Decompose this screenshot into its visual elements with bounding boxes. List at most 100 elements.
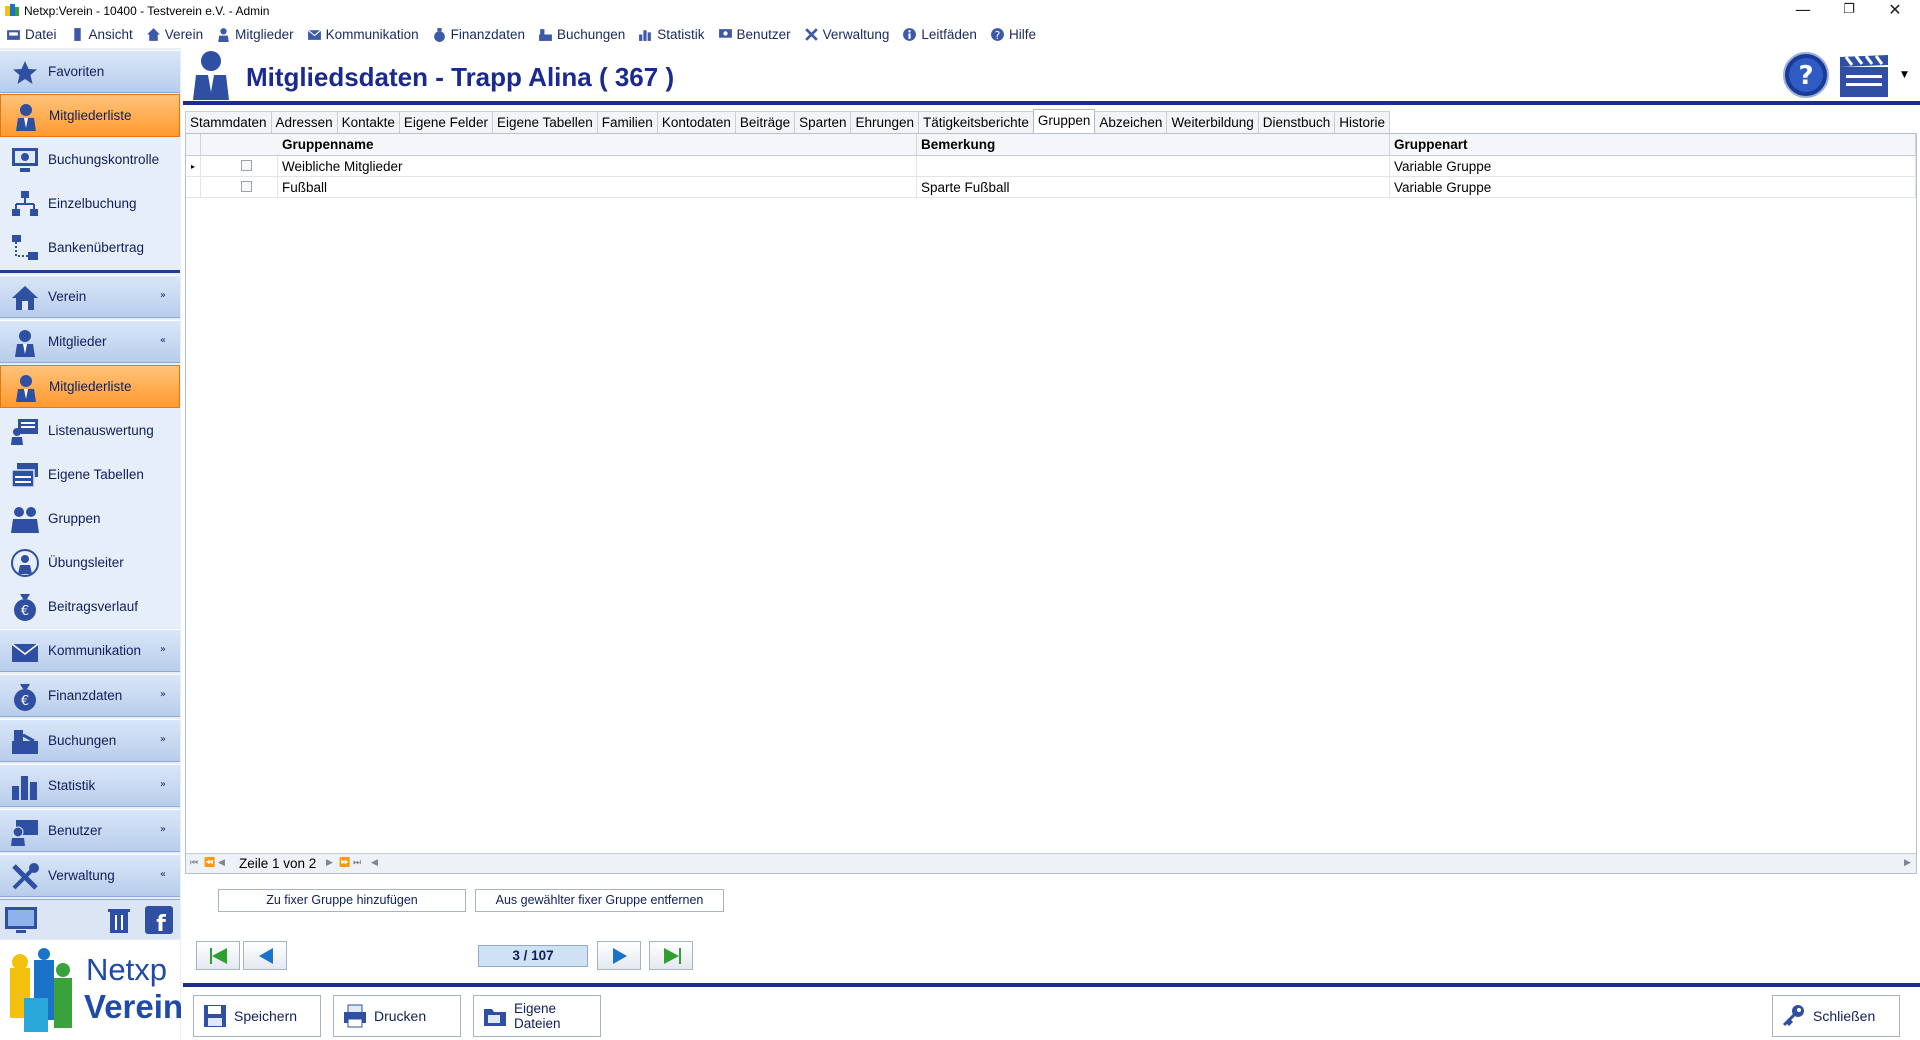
menu-hilfe[interactable]: ? Hilfe: [990, 23, 1036, 45]
cell-gruppenname[interactable]: Weibliche Mitglieder: [278, 156, 917, 177]
menu-statistik[interactable]: Statistik: [638, 23, 705, 45]
sidebar-fav-buchungskontrolle[interactable]: Buchungskontrolle: [0, 138, 180, 181]
menu-leitfaeden[interactable]: Leitfäden: [902, 23, 977, 45]
tab-dienstbuch[interactable]: Dienstbuch: [1257, 111, 1336, 133]
column-header-bemerkung[interactable]: Bemerkung: [917, 134, 1390, 156]
envelope-icon: [307, 29, 321, 40]
sidebar-favoriten[interactable]: Favoriten: [0, 50, 180, 93]
save-button[interactable]: Speichern: [193, 995, 321, 1037]
menu-label: Mitglieder: [235, 26, 294, 42]
remove-from-fixed-group-button[interactable]: Aus gewählter fixer Gruppe entfernen: [475, 889, 724, 912]
add-to-fixed-group-button[interactable]: Zu fixer Gruppe hinzufügen: [218, 889, 466, 912]
chevron-down-icon: »: [159, 689, 166, 700]
menu-label: Verein: [164, 26, 204, 42]
restore-button[interactable]: ❐: [1826, 0, 1872, 22]
tab-historie[interactable]: Historie: [1334, 111, 1391, 133]
own-files-label: Eigene Dateien: [514, 1001, 561, 1031]
menu-label: Verwaltung: [822, 26, 890, 42]
tab-eigene-tabellen[interactable]: Eigene Tabellen: [491, 111, 598, 133]
sidebar-item-gruppen[interactable]: Gruppen: [0, 497, 180, 540]
row-checkbox[interactable]: [241, 160, 252, 171]
print-button-label: Drucken: [374, 1008, 427, 1024]
menu-buchungen[interactable]: Buchungen: [538, 23, 625, 45]
sidebar-item-eigene-tabellen[interactable]: Eigene Tabellen: [0, 453, 180, 496]
scroll-right-icon[interactable]: ▶: [1904, 858, 1911, 868]
tab-stammdaten[interactable]: Stammdaten: [185, 111, 272, 133]
cell-bemerkung[interactable]: [917, 156, 1390, 177]
tab-adressen[interactable]: Adressen: [270, 111, 338, 133]
tab-gruppen[interactable]: Gruppen: [1032, 109, 1096, 133]
sidebar-verwaltung[interactable]: Verwaltung «: [0, 854, 180, 897]
menu-kommunikation[interactable]: Kommunikation: [307, 23, 419, 45]
menu-mitglieder[interactable]: Mitglieder: [216, 23, 294, 45]
column-header-gruppenname[interactable]: Gruppenname: [278, 134, 917, 156]
sidebar-statistik[interactable]: Statistik »: [0, 764, 180, 807]
sidebar-benutzer[interactable]: Benutzer »: [0, 809, 180, 852]
first-page-icon[interactable]: ⏮: [190, 858, 198, 868]
sidebar-item-uebungsleiter[interactable]: Übungsleiter: [0, 541, 180, 584]
trash-icon[interactable]: [104, 905, 134, 935]
sidebar-fav-bankenuebertrag[interactable]: Bankenübertrag: [0, 226, 180, 269]
sidebar-fav-einzelbuchung[interactable]: Einzelbuchung: [0, 182, 180, 225]
last-page-icon[interactable]: ⏭: [353, 858, 361, 868]
first-record-button[interactable]: [196, 941, 240, 970]
close-button[interactable]: Schließen: [1772, 995, 1900, 1037]
clapperboard-icon[interactable]: [1838, 51, 1890, 99]
member-icon: [193, 51, 229, 100]
next-record-button[interactable]: [597, 941, 641, 970]
last-record-button[interactable]: [649, 941, 693, 970]
scroll-left-icon[interactable]: ◀: [371, 858, 378, 868]
previous-arrow-icon: [259, 948, 273, 964]
row-checkbox[interactable]: [241, 181, 252, 192]
sidebar-verein[interactable]: Verein »: [0, 275, 180, 318]
facebook-icon[interactable]: f: [144, 905, 174, 935]
sidebar-buchungen[interactable]: Buchungen »: [0, 719, 180, 762]
dropdown-arrow-icon[interactable]: ▼: [1901, 70, 1908, 80]
menu-datei[interactable]: Datei: [6, 23, 57, 45]
tab-beitraege[interactable]: Beiträge: [734, 111, 796, 133]
sidebar-item-beitragsverlauf[interactable]: € Beitragsverlauf: [0, 585, 180, 628]
close-window-button[interactable]: ✕: [1872, 0, 1918, 22]
menu-ansicht[interactable]: Ansicht: [70, 23, 133, 45]
next-row-icon[interactable]: ▶: [326, 858, 333, 868]
cell-gruppenart[interactable]: Variable Gruppe: [1390, 177, 1916, 198]
column-header-gruppenart[interactable]: Gruppenart: [1390, 134, 1916, 156]
tab-abzeichen[interactable]: Abzeichen: [1094, 111, 1168, 133]
row-selector[interactable]: [186, 177, 201, 198]
sidebar-kommunikation[interactable]: Kommunikation »: [0, 629, 180, 672]
sidebar-finanzdaten[interactable]: € Finanzdaten »: [0, 674, 180, 717]
next-page-icon[interactable]: ⏩: [339, 858, 350, 868]
sidebar-mitglieder[interactable]: Mitglieder «: [0, 320, 180, 363]
tab-weiterbildung[interactable]: Weiterbildung: [1166, 111, 1259, 133]
screen-icon[interactable]: [4, 905, 38, 935]
menu-benutzer[interactable]: Benutzer: [718, 23, 791, 45]
cell-gruppenart[interactable]: Variable Gruppe: [1390, 156, 1916, 177]
menu-verwaltung[interactable]: Verwaltung: [804, 23, 890, 45]
cell-gruppenname[interactable]: Fußball: [278, 177, 917, 198]
folder-icon: [484, 1009, 506, 1026]
tab-ehrungen[interactable]: Ehrungen: [850, 111, 920, 133]
tab-taetigkeitsberichte[interactable]: Tätigkeitsberichte: [918, 111, 1034, 133]
sidebar-fav-mitgliederliste[interactable]: Mitgliederliste: [0, 94, 180, 137]
sidebar-label: Finanzdaten: [48, 688, 123, 703]
sidebar-item-mitgliederliste[interactable]: Mitgliederliste: [0, 365, 180, 408]
row-selector-icon[interactable]: ▸: [186, 156, 201, 177]
help-icon[interactable]: ?: [1782, 51, 1830, 99]
sidebar-item-listenauswertung[interactable]: Listenauswertung: [0, 409, 180, 452]
own-files-button[interactable]: Eigene Dateien: [473, 995, 601, 1037]
tab-kontodaten[interactable]: Kontodaten: [656, 111, 736, 133]
sidebar-label: Verwaltung: [48, 868, 115, 883]
tab-sparten[interactable]: Sparten: [794, 111, 852, 133]
menu-verein[interactable]: Verein: [146, 23, 203, 45]
sidebar-label: Beitragsverlauf: [48, 599, 139, 614]
minimize-button[interactable]: —: [1780, 0, 1826, 22]
prev-page-icon[interactable]: ⏪: [204, 858, 215, 868]
menu-finanzdaten[interactable]: Finanzdaten: [432, 23, 525, 45]
tab-eigene-felder[interactable]: Eigene Felder: [398, 111, 493, 133]
prev-row-icon[interactable]: ◀: [218, 858, 225, 868]
tab-familien[interactable]: Familien: [596, 111, 658, 133]
print-button[interactable]: Drucken: [333, 995, 461, 1037]
cell-bemerkung[interactable]: Sparte Fußball: [917, 177, 1390, 198]
previous-record-button[interactable]: [243, 941, 287, 970]
tab-kontakte[interactable]: Kontakte: [336, 111, 400, 133]
